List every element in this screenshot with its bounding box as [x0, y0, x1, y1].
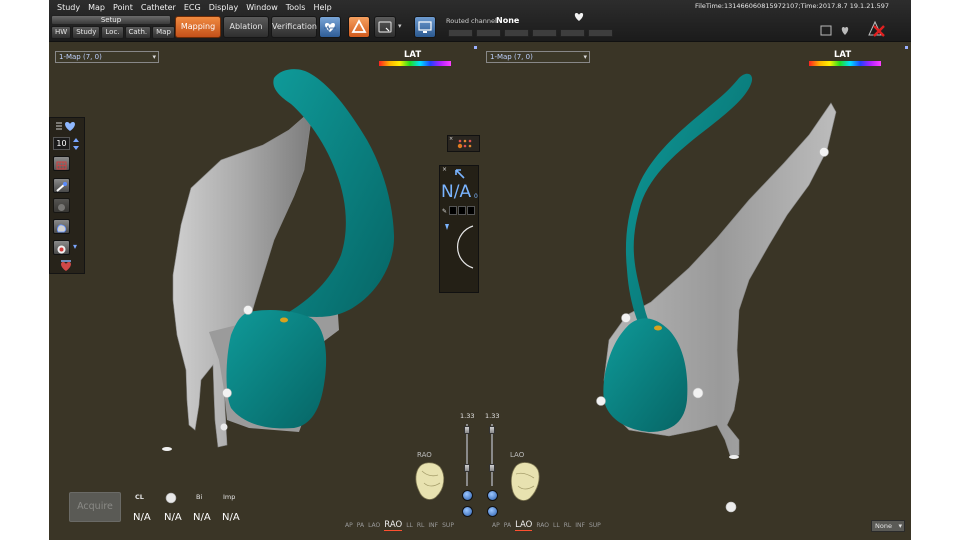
- right-view-inf[interactable]: INF: [575, 522, 585, 531]
- acquire-button[interactable]: Acquire: [69, 492, 121, 522]
- left-zoom-top-knob[interactable]: [464, 426, 470, 434]
- catheter-value-readout: N/A: [441, 182, 472, 202]
- cl-value: N/A: [133, 512, 151, 523]
- tag-icon: [58, 204, 65, 211]
- palette-dropdown-icon[interactable]: ▾: [73, 242, 77, 251]
- left-view-lao[interactable]: LAO: [368, 522, 380, 531]
- deflection-arc-gauge: [445, 224, 474, 269]
- right-view-sup[interactable]: SUP: [589, 522, 601, 531]
- palette-spinner-icon[interactable]: [72, 137, 80, 151]
- left-marker-point: [222, 388, 232, 398]
- left-zoom-value: 1.33: [460, 412, 475, 420]
- right-catheter-tip: [654, 325, 662, 331]
- unipolar-sphere-icon: [165, 492, 177, 504]
- left-marker-point: [220, 423, 228, 431]
- left-view-rao-active[interactable]: RAO: [384, 520, 403, 531]
- select-dropdown-icon: ▾: [898, 522, 902, 530]
- mini-panel-close-icon[interactable]: ×: [449, 136, 453, 142]
- bottom-right-select-value: None: [875, 522, 892, 530]
- left-view-rl[interactable]: RL: [417, 522, 425, 531]
- left-view-inf[interactable]: INF: [428, 522, 438, 531]
- right-view-lao-active[interactable]: LAO: [515, 520, 533, 531]
- right-view-rao[interactable]: RAO: [536, 522, 549, 531]
- right-zoom-value: 1.33: [485, 412, 500, 420]
- bipolar-value: N/A: [193, 512, 211, 523]
- palette-point-button[interactable]: [53, 240, 70, 255]
- left-teal-region: [226, 310, 327, 429]
- squares-toggle-icon[interactable]: ✎: [442, 208, 447, 215]
- left-orientation-heart-icon[interactable]: [412, 459, 448, 503]
- mini-catheter-panel[interactable]: ×: [447, 135, 480, 152]
- right-view-ap[interactable]: AP: [492, 522, 500, 531]
- catheter-icon: [56, 182, 67, 192]
- arrow-pointer-icon: [455, 169, 465, 179]
- left-view-sup[interactable]: SUP: [442, 522, 454, 531]
- right-marker-point: [621, 313, 631, 323]
- impedance-label: Imp: [223, 493, 236, 501]
- left-view-rotate-button[interactable]: [462, 506, 473, 517]
- bipolar-label: Bi: [196, 493, 203, 501]
- palette-shell-button[interactable]: [53, 219, 70, 234]
- right-zoom-slider-knob[interactable]: [489, 464, 495, 472]
- palette-catheter-button[interactable]: [53, 178, 70, 193]
- point-target-icon: [57, 245, 66, 254]
- left-marker-point: [243, 305, 253, 315]
- palette-disabled-button[interactable]: [53, 198, 70, 213]
- right-view-ll[interactable]: LL: [553, 522, 560, 531]
- palette-heart-settings-icon[interactable]: [56, 120, 78, 132]
- left-view-pa[interactable]: PA: [357, 522, 364, 531]
- electrode-square: [449, 206, 457, 215]
- electrode-grid-icon: [457, 139, 472, 149]
- reference-point: [725, 501, 737, 513]
- left-anatomy-model: [162, 69, 395, 451]
- left-view-ll[interactable]: LL: [406, 522, 413, 531]
- right-view-reset-button[interactable]: [487, 490, 498, 501]
- bottom-right-select[interactable]: None ▾: [871, 520, 905, 532]
- left-tool-palette: 10 ▾: [49, 117, 85, 274]
- impedance-value: N/A: [222, 512, 240, 523]
- palette-grid-button[interactable]: [53, 156, 70, 171]
- right-view-rotate-button[interactable]: [487, 506, 498, 517]
- right-zoom-top-knob[interactable]: [489, 426, 495, 434]
- left-view-reset-button[interactable]: [462, 490, 473, 501]
- panel-close-icon[interactable]: ×: [442, 166, 447, 173]
- right-view-buttons: AP PA LAO RAO LL RL INF SUP: [492, 520, 601, 531]
- right-orientation-heart-icon[interactable]: [508, 458, 542, 504]
- view-divider-marker: [905, 46, 908, 49]
- application-window: Study Map Point Catheter ECG Display Win…: [49, 0, 911, 540]
- palette-tag-heart-icon[interactable]: [58, 259, 74, 272]
- electrode-square: [458, 206, 466, 215]
- left-view-buttons: AP PA LAO RAO LL RL INF SUP: [345, 520, 454, 531]
- unipolar-value: N/A: [164, 512, 182, 523]
- left-orientation-tag: RAO: [417, 451, 432, 459]
- catheter-info-panel: × N/A 0 ✎: [439, 165, 479, 293]
- view-divider-marker: [474, 46, 477, 49]
- left-catheter-tip: [280, 317, 288, 323]
- left-view-ap[interactable]: AP: [345, 522, 353, 531]
- left-marker-point: [162, 447, 172, 451]
- grid-points-icon: [56, 161, 67, 170]
- right-anatomy-model: [596, 73, 837, 513]
- left-zoom-slider-knob[interactable]: [464, 464, 470, 472]
- right-marker-point: [729, 455, 739, 459]
- right-view-pa[interactable]: PA: [504, 522, 511, 531]
- right-view-rl[interactable]: RL: [564, 522, 572, 531]
- catheter-value-subscript: 0: [474, 193, 478, 200]
- palette-number-field[interactable]: 10: [53, 137, 70, 150]
- anatomy-shell-icon: [56, 224, 67, 233]
- anatomy-viewport[interactable]: [49, 0, 911, 540]
- right-marker-point: [596, 396, 606, 406]
- right-marker-point: [692, 387, 704, 399]
- electrode-square: [467, 206, 475, 215]
- cl-label: CL: [135, 493, 144, 501]
- right-marker-point: [819, 147, 829, 157]
